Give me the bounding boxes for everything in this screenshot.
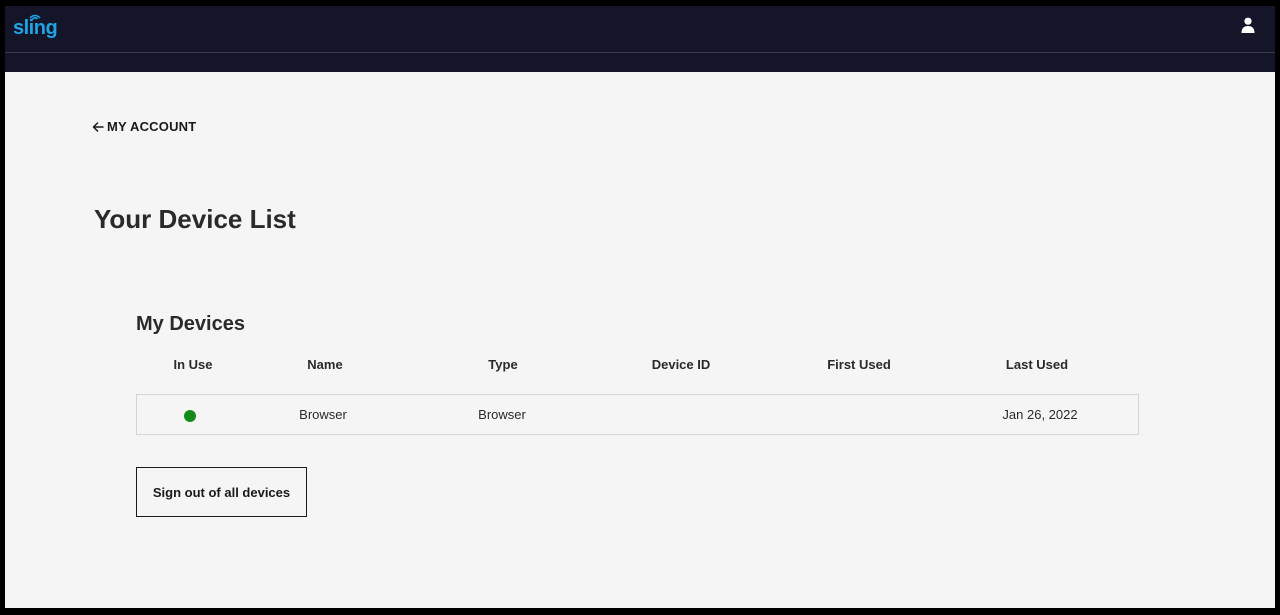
device-name: Browser bbox=[299, 407, 347, 422]
app-frame: sling MY ACCOUNT Your Device List My Dev… bbox=[5, 6, 1275, 608]
column-header-name: Name bbox=[307, 357, 343, 372]
back-to-my-account-link[interactable]: MY ACCOUNT bbox=[92, 119, 196, 134]
column-header-last-used: Last Used bbox=[1005, 357, 1069, 372]
back-link-label: MY ACCOUNT bbox=[107, 119, 197, 134]
device-last-used: Jan 26, 2022 bbox=[1002, 407, 1078, 422]
top-header: sling bbox=[5, 6, 1275, 72]
arrow-left-icon bbox=[92, 121, 104, 132]
user-icon[interactable] bbox=[1241, 17, 1255, 33]
page-title: Your Device List bbox=[94, 204, 296, 234]
column-header-device-id: Device ID bbox=[651, 357, 711, 372]
device-type: Browser bbox=[478, 407, 526, 422]
section-title-my-devices: My Devices bbox=[136, 313, 245, 335]
sling-logo[interactable]: sling bbox=[13, 12, 58, 39]
column-header-first-used: First Used bbox=[827, 357, 891, 372]
column-header-type: Type bbox=[488, 357, 518, 372]
logo-text: sling bbox=[13, 17, 58, 39]
header-divider bbox=[5, 52, 1275, 53]
sling-waves-icon bbox=[29, 14, 41, 20]
table-row: Browser Browser Jan 26, 2022 bbox=[136, 394, 1139, 435]
in-use-indicator bbox=[184, 410, 196, 422]
sign-out-all-devices-button[interactable]: Sign out of all devices bbox=[136, 467, 307, 517]
